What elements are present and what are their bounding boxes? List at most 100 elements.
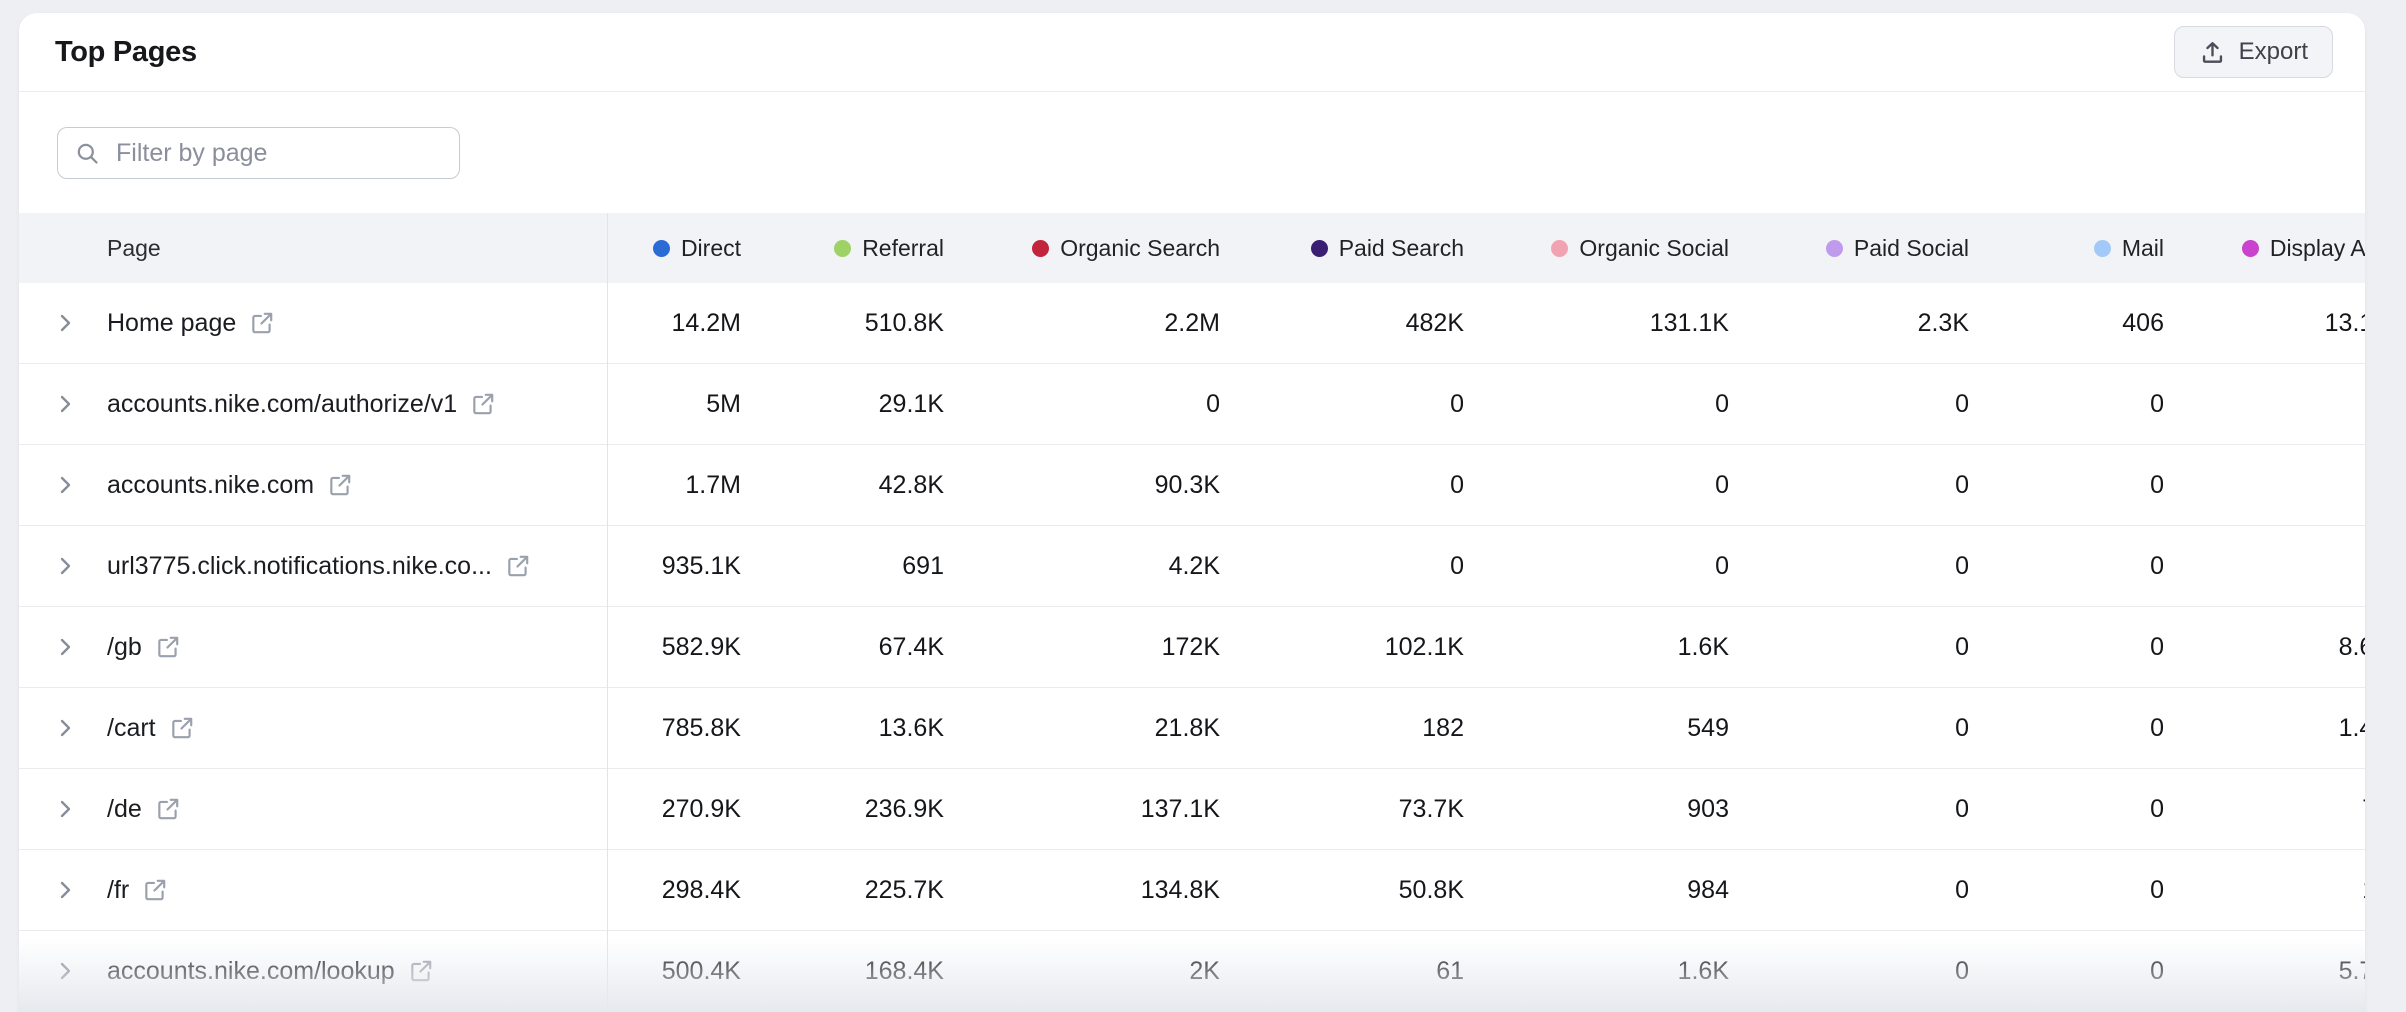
page-cell: /fr [19,850,607,930]
column-header-referral[interactable]: Referral [741,213,944,283]
external-link-icon[interactable] [408,958,434,984]
column-header-direct[interactable]: Direct [607,213,741,283]
value-cell: 73.7K [1220,769,1464,849]
column-label: Paid Search [1339,235,1464,262]
value-cell: 0 [1729,688,1969,768]
value-cell: 0 [1729,607,1969,687]
value-cell: 0 [1464,526,1729,606]
page-link[interactable]: Home page [107,309,236,338]
page-cell: /de [19,769,607,849]
page-link[interactable]: /cart [107,714,156,743]
chevron-right-icon[interactable] [53,554,77,578]
value-cell: 903 [1464,769,1729,849]
value-cell: 298.4K [607,850,741,930]
page-link[interactable]: accounts.nike.com [107,471,314,500]
page-link[interactable]: /fr [107,876,129,905]
table-row[interactable]: /gb 582.9K67.4K172K102.1K1.6K008.6K [19,607,2365,688]
column-header-paid-social[interactable]: Paid Social [1729,213,1969,283]
display-ads-legend-dot [2242,240,2259,257]
page-cell: Home page [19,283,607,363]
table-body: Home page 14.2M510.8K2.2M482K131.1K2.3K4… [19,283,2365,1012]
table-row[interactable]: accounts.nike.com/lookup 500.4K168.4K2K6… [19,931,2365,1012]
value-cell: 0 [1729,364,1969,444]
page-link[interactable]: accounts.nike.com/lookup [107,957,395,986]
export-button[interactable]: Export [2174,26,2333,78]
filter-box [57,127,460,179]
value-cell: 172K [944,607,1220,687]
value-cell: 2.2M [944,283,1220,363]
table-row[interactable]: /de 270.9K236.9K137.1K73.7K9030073 [19,769,2365,850]
value-cell: 168.4K [741,931,944,1011]
external-link-icon[interactable] [155,634,181,660]
column-divider [607,213,608,1012]
value-cell: 0 [2164,364,2365,444]
page-cell: accounts.nike.com [19,445,607,525]
external-link-icon[interactable] [249,310,275,336]
table-row[interactable]: Home page 14.2M510.8K2.2M482K131.1K2.3K4… [19,283,2365,364]
value-cell: 2.3K [1729,283,1969,363]
value-cell: 61 [1220,931,1464,1011]
table-row[interactable]: /fr 298.4K225.7K134.8K50.8K9840019 [19,850,2365,931]
page-link[interactable]: url3775.click.notifications.nike.co... [107,552,492,581]
column-header-organic-search[interactable]: Organic Search [944,213,1220,283]
chevron-right-icon[interactable] [53,392,77,416]
value-cell: 0 [2164,526,2365,606]
column-header-paid-search[interactable]: Paid Search [1220,213,1464,283]
chevron-right-icon[interactable] [53,959,77,983]
chevron-right-icon[interactable] [53,635,77,659]
value-cell: 21.8K [944,688,1220,768]
referral-legend-dot [834,240,851,257]
upload-icon [2199,39,2226,66]
page-link[interactable]: accounts.nike.com/authorize/v1 [107,390,457,419]
table-row[interactable]: /cart 785.8K13.6K21.8K182549001.4K [19,688,2365,769]
value-cell: 984 [1464,850,1729,930]
column-label: Organic Search [1060,235,1220,262]
table-row[interactable]: accounts.nike.com/authorize/v1 5M29.1K00… [19,364,2365,445]
value-cell: 50.8K [1220,850,1464,930]
external-link-icon[interactable] [505,553,531,579]
column-header-organic-social[interactable]: Organic Social [1464,213,1729,283]
mail-legend-dot [2094,240,2111,257]
value-cell: 8.6K [2164,607,2365,687]
value-cell: 0 [1969,931,2164,1011]
filter-input[interactable] [57,127,460,179]
table-row[interactable]: url3775.click.notifications.nike.co... 9… [19,526,2365,607]
column-label: Display Ads [2270,235,2365,262]
toolbar [19,92,2365,179]
value-cell: 0 [1969,445,2164,525]
chevron-right-icon[interactable] [53,716,77,740]
value-cell: 0 [1220,445,1464,525]
page-link[interactable]: /gb [107,633,142,662]
column-header-mail[interactable]: Mail [1969,213,2164,283]
chevron-right-icon[interactable] [53,797,77,821]
card-header: Top Pages Export [19,13,2365,92]
value-cell: 0 [1729,526,1969,606]
page-cell: /gb [19,607,607,687]
chevron-right-icon[interactable] [53,878,77,902]
chevron-right-icon[interactable] [53,473,77,497]
value-cell: 2K [944,931,1220,1011]
value-cell: 270.9K [607,769,741,849]
value-cell: 13.6K [741,688,944,768]
value-cell: 14.2M [607,283,741,363]
external-link-icon[interactable] [327,472,353,498]
value-cell: 691 [741,526,944,606]
external-link-icon[interactable] [142,877,168,903]
external-link-icon[interactable] [470,391,496,417]
column-header-display-ads[interactable]: Display Ads [2164,213,2365,283]
external-link-icon[interactable] [169,715,195,741]
page-link[interactable]: /de [107,795,142,824]
column-label: Mail [2122,235,2164,262]
value-cell: 137.1K [944,769,1220,849]
chevron-right-icon[interactable] [53,311,77,335]
table-row[interactable]: accounts.nike.com 1.7M42.8K90.3K00000 [19,445,2365,526]
value-cell: 236.9K [741,769,944,849]
value-cell: 67.4K [741,607,944,687]
column-header-page[interactable]: Page [19,213,607,283]
external-link-icon[interactable] [155,796,181,822]
paid-social-legend-dot [1826,240,1843,257]
value-cell: 19 [2164,850,2365,930]
value-cell: 182 [1220,688,1464,768]
value-cell: 13.1K [2164,283,2365,363]
value-cell: 1.4K [2164,688,2365,768]
